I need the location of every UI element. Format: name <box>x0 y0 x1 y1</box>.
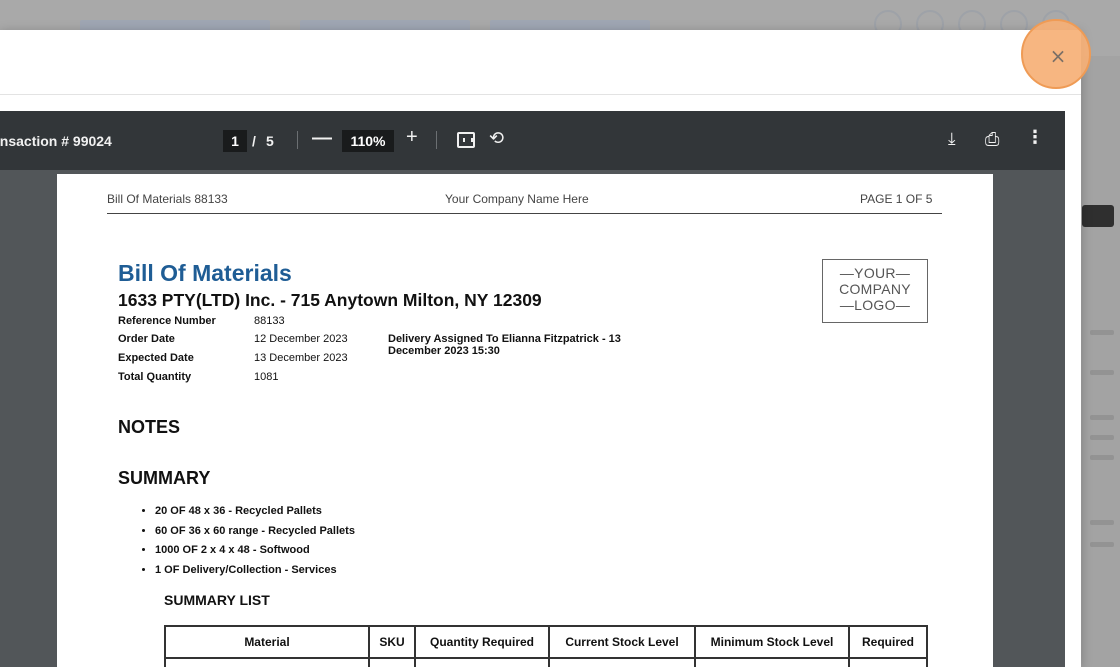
meta-value: 88133 <box>254 315 285 327</box>
table-header: Current Stock Level <box>548 625 696 659</box>
meta-value: 12 December 2023 <box>254 333 348 345</box>
table-header: SKU <box>368 625 416 659</box>
summary-item: 1 OF Delivery/Collection - Services <box>155 564 355 584</box>
modal-header <box>0 30 1081 95</box>
pdf-viewer: ansaction # 99024 1 / 5 — 110% + ⟲ ⤓ ⎙ ⋮… <box>0 111 1065 667</box>
page-number-input[interactable]: 1 <box>223 130 247 152</box>
close-button[interactable]: × <box>1021 19 1091 89</box>
table-cell <box>694 657 850 667</box>
materials-table: Material SKU Quantity Required Current S… <box>164 625 928 667</box>
background-text-line <box>1090 415 1114 420</box>
header-rule <box>107 213 942 214</box>
table-header: Quantity Required <box>414 625 550 659</box>
logo-line: —LOGO— <box>839 297 911 313</box>
rotate-icon[interactable]: ⟲ <box>489 128 504 149</box>
table-header: Material <box>164 625 370 659</box>
meta-value: 1081 <box>254 371 279 383</box>
logo-line: —YOUR— <box>839 265 911 281</box>
table-cell <box>848 657 928 667</box>
running-header-center: Your Company Name Here <box>445 192 589 206</box>
table-cell <box>368 657 416 667</box>
summary-list: 20 OF 48 x 36 - Recycled Pallets 60 OF 3… <box>145 505 355 583</box>
meta-label: Expected Date <box>118 352 194 364</box>
meta-label: Reference Number <box>118 315 216 327</box>
meta-label: Total Quantity <box>118 371 192 383</box>
document-preview-modal: ansaction # 99024 1 / 5 — 110% + ⟲ ⤓ ⎙ ⋮… <box>0 30 1081 667</box>
summary-item: 20 OF 48 x 36 - Recycled Pallets <box>155 505 355 525</box>
pdf-toolbar: ansaction # 99024 1 / 5 — 110% + ⟲ ⤓ ⎙ ⋮ <box>0 111 1065 170</box>
company-address: 1633 PTY(LTD) Inc. - 715 Anytown Milton,… <box>118 290 542 310</box>
table-header-row: Material SKU Quantity Required Current S… <box>164 625 928 659</box>
summary-item: 1000 OF 2 x 4 x 48 - Softwood <box>155 544 355 564</box>
zoom-level-input[interactable]: 110% <box>342 130 394 152</box>
more-vertical-icon[interactable]: ⋮ <box>1026 127 1044 148</box>
logo-line: COMPANY <box>839 281 911 297</box>
table-header: Minimum Stock Level <box>694 625 850 659</box>
summary-list-heading: SUMMARY LIST <box>164 592 270 608</box>
zoom-in-button[interactable]: + <box>406 126 418 149</box>
zoom-out-button[interactable]: — <box>312 127 332 150</box>
background-side-panel <box>1082 56 1120 667</box>
close-icon: × <box>1049 44 1067 68</box>
page-separator: / <box>252 133 256 149</box>
pdf-page: Bill Of Materials 88133 Your Company Nam… <box>57 174 993 667</box>
toolbar-divider <box>297 131 298 149</box>
background-text-line <box>1090 455 1114 460</box>
background-text-line <box>1090 520 1114 525</box>
print-icon[interactable]: ⎙ <box>985 129 999 150</box>
page-total: 5 <box>266 133 274 149</box>
meta-label: Order Date <box>118 333 175 345</box>
delivery-note: Delivery Assigned To Elianna Fitzpatrick… <box>388 333 621 357</box>
company-logo-placeholder: —YOUR— COMPANY —LOGO— <box>822 259 928 323</box>
background-text-line <box>1090 370 1114 375</box>
document-heading: Bill Of Materials <box>118 260 292 286</box>
background-button <box>1082 205 1114 227</box>
table-cell <box>164 657 370 667</box>
table-cell <box>414 657 550 667</box>
summary-item: 60 OF 36 x 60 range - Recycled Pallets <box>155 525 355 545</box>
background-text-line <box>1090 330 1114 335</box>
meta-value: 13 December 2023 <box>254 352 348 364</box>
download-icon[interactable]: ⤓ <box>948 129 956 149</box>
background-text-line <box>1090 435 1114 440</box>
toolbar-divider <box>436 131 437 149</box>
table-row <box>164 657 928 667</box>
document-title: ansaction # 99024 <box>0 133 112 149</box>
table-header: Required <box>848 625 928 659</box>
fit-to-page-icon[interactable] <box>457 132 475 148</box>
running-header-left: Bill Of Materials 88133 <box>107 192 228 206</box>
running-header-right: PAGE 1 OF 5 <box>860 192 933 206</box>
notes-heading: NOTES <box>118 417 181 437</box>
background-text-line <box>1090 542 1114 547</box>
table-cell <box>548 657 696 667</box>
summary-heading: SUMMARY <box>118 468 211 488</box>
